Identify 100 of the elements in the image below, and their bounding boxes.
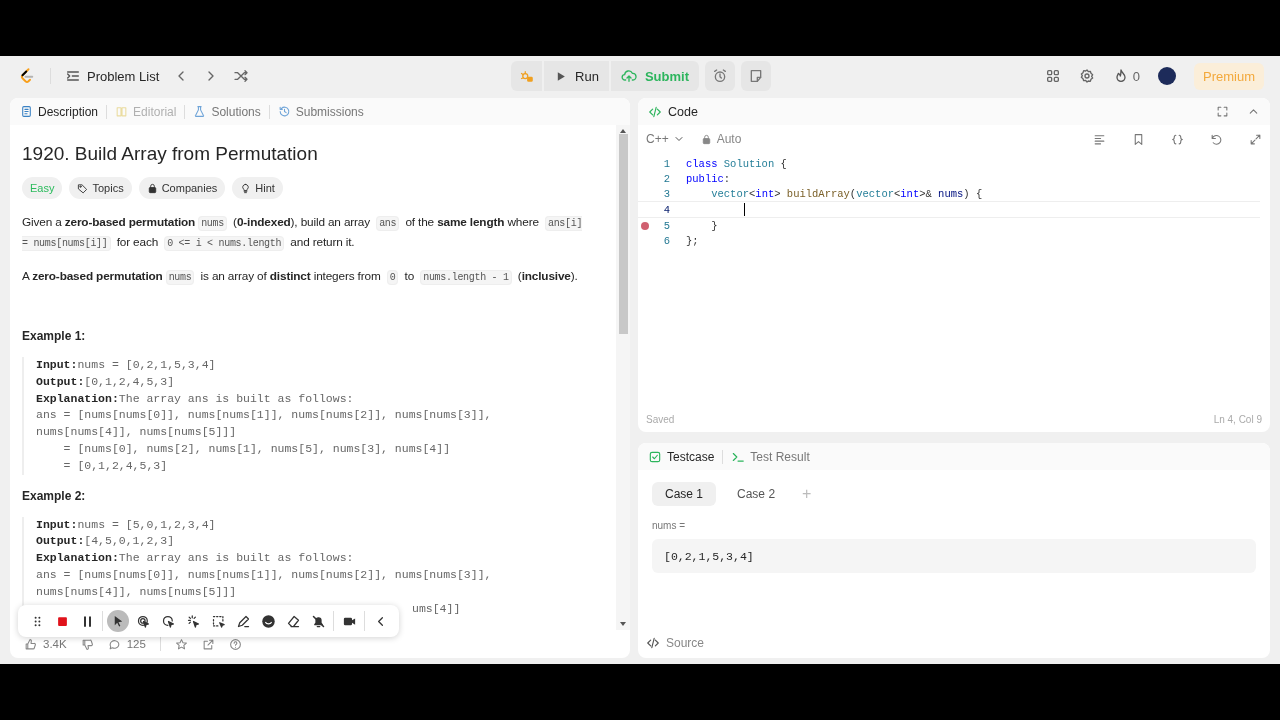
like-icon [24, 637, 37, 651]
run-button[interactable]: Run [544, 61, 609, 91]
cursor-ring-icon [160, 613, 176, 629]
case-tab[interactable]: Case 1 [652, 482, 717, 506]
problem-title: 1920. Build Array from Permutation [22, 143, 319, 165]
timer-button[interactable] [704, 61, 735, 91]
history-icon [277, 105, 291, 118]
breakpoint-dot[interactable] [641, 221, 649, 230]
example-line: ums[4]] [411, 600, 462, 617]
code-line: vector<int> buildArray(vector<int>& nums) { [710, 187, 983, 200]
tag-chip[interactable]: Companies [138, 177, 226, 199]
example-line: nums[nums[4]], nums[nums[5]]] [36, 424, 238, 441]
help-icon [228, 637, 242, 651]
toolbar-button[interactable] [107, 610, 129, 632]
pen-icon [235, 613, 251, 629]
problem-list-button[interactable]: Problem List [65, 68, 160, 84]
code-line: public: [686, 172, 731, 185]
document-icon [20, 105, 33, 118]
example-line: ans = [nums[nums[0]], nums[nums[1]], nums[nums[2]], nums[nums[3]], [36, 566, 493, 583]
example-line: Output:[4,5,0,1,2,3] [36, 533, 176, 550]
selection-icon [210, 613, 226, 629]
example-line: Explanation:The array ans is built as follows: [36, 390, 355, 407]
text-cursor [744, 203, 745, 216]
code-line: } [710, 219, 718, 232]
bell-off-icon [310, 613, 326, 629]
auto-mode-label: Auto [700, 132, 742, 146]
parameter-label: nums = [652, 520, 687, 531]
difficulty-badge: Easy [22, 177, 63, 199]
eraser-icon [285, 613, 301, 629]
example-line: ans = [nums[nums[0]], nums[nums[1]], nums[nums[2]], nums[nums[3]], [36, 407, 493, 424]
cursor-ripple-icon [135, 613, 151, 629]
gear-icon [1078, 68, 1095, 84]
input-field[interactable]: [0,2,1,5,3,4] [652, 539, 1256, 573]
notes-button[interactable] [740, 61, 771, 91]
panel-tab[interactable]: Solutions [193, 104, 261, 119]
braces-icon [1171, 132, 1184, 146]
book-icon [115, 105, 129, 118]
lock-icon [700, 133, 712, 145]
avatar[interactable] [1158, 67, 1176, 85]
example-line: = [nums[0], nums[2], nums[1], nums[5], nums[3], nums[4]] [62, 441, 452, 457]
panel-tab[interactable]: Description [20, 104, 99, 119]
line-number: 5 [662, 219, 670, 232]
undo-icon [1210, 132, 1223, 146]
line-number: 3 [662, 187, 670, 200]
share-icon [201, 637, 215, 651]
code-line: class Solution { [686, 157, 787, 170]
tag-chip[interactable]: Hint [232, 177, 283, 199]
align-icon [1093, 132, 1106, 146]
line-number: 6 [662, 234, 670, 247]
comments-button[interactable]: 125 [107, 637, 146, 651]
panel-tab[interactable]: Test Result [731, 449, 810, 464]
example-line: nums[nums[4]], nums[nums[5]]] [36, 583, 238, 600]
logo-icon [18, 67, 36, 85]
description-paragraph: A zero-based permutation nums is an array of distinct integers from 0 to nums.length - 1 (inclusive). [22, 268, 579, 287]
panel-tab[interactable]: Testcase [648, 449, 715, 464]
panel-tab[interactable]: Submissions [277, 104, 364, 119]
scroll-down-icon[interactable] [619, 621, 627, 627]
language-select[interactable]: C++ [646, 132, 685, 146]
code-icon [648, 104, 662, 119]
list-icon [65, 68, 81, 84]
alarm-icon [711, 68, 728, 84]
description-paragraph: Given a zero-based permutation nums (0-indexed), build an array ans of the same length where ans[i] = nums[nums[i]] for each 0 <= i < nums.length and return it. [22, 214, 584, 253]
grid-icon [1044, 68, 1061, 84]
tag-icon [77, 182, 89, 194]
example-line: Input:nums = [0,2,1,5,3,4] [36, 357, 217, 373]
cursor-position: Ln 4, Col 9 [1213, 413, 1262, 425]
streak-counter[interactable]: 0 [1112, 68, 1140, 84]
example-line: Explanation:The array ans is built as follows: [36, 550, 355, 567]
resize-icon [1249, 132, 1262, 146]
upload-icon [620, 68, 637, 84]
example-line: Output:[0,1,2,4,5,3] [36, 373, 176, 390]
bookmark-icon [1132, 132, 1145, 146]
bulb-icon [240, 182, 252, 194]
lock-icon [146, 182, 158, 194]
flask-icon [193, 105, 207, 118]
example-line: Input:nums = [5,0,1,2,3,4] [36, 516, 217, 533]
line-number: 4 [662, 203, 670, 216]
example-heading: Example 2: [22, 488, 87, 503]
bug-icon [519, 68, 535, 84]
code-icon [646, 636, 660, 650]
fullscreen-icon [1216, 105, 1229, 118]
shuffle-icon [233, 68, 250, 84]
tag-chip[interactable]: Topics [69, 177, 132, 199]
example-heading: Example 1: [22, 329, 87, 343]
cursor-sparkle-icon [185, 613, 201, 629]
star-icon [174, 637, 188, 651]
scrollbar[interactable] [616, 125, 630, 630]
comment-icon [107, 637, 121, 651]
source-button[interactable]: Source [646, 636, 1256, 650]
emoji-icon [260, 613, 276, 629]
code-line: }; [686, 234, 699, 247]
line-number: 1 [662, 157, 670, 170]
like-button[interactable]: 3.4K [24, 637, 67, 651]
case-tab[interactable]: Case 2 [724, 482, 789, 506]
dislike-icon [80, 637, 94, 651]
example-line: = [0,1,2,4,5,3] [62, 457, 169, 474]
code-panel-title: Code [648, 104, 698, 119]
save-status: Saved [646, 413, 675, 425]
line-number: 2 [662, 172, 670, 185]
checkbox-icon [648, 449, 662, 464]
